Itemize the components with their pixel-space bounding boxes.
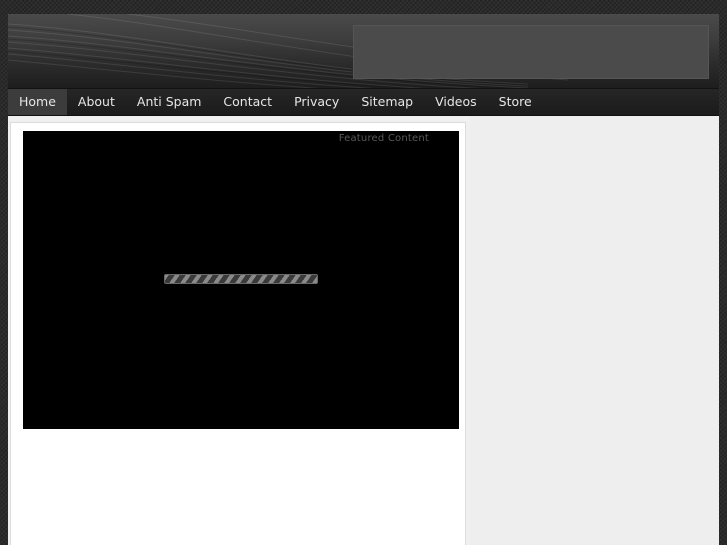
nav-item-anti-spam[interactable]: Anti Spam xyxy=(126,89,213,115)
main-column: Featured Content xyxy=(10,122,466,545)
header-banner xyxy=(353,25,709,79)
site-header xyxy=(8,14,719,88)
nav-item-privacy[interactable]: Privacy xyxy=(283,89,350,115)
nav-item-about[interactable]: About xyxy=(67,89,126,115)
nav-item-contact[interactable]: Contact xyxy=(212,89,283,115)
nav-item-store[interactable]: Store xyxy=(488,89,543,115)
content-area: Featured Content xyxy=(8,116,719,545)
sidebar xyxy=(470,116,719,545)
loading-bar-icon xyxy=(164,274,318,284)
nav-item-sitemap[interactable]: Sitemap xyxy=(350,89,424,115)
nav-item-home[interactable]: Home xyxy=(8,89,67,115)
nav-item-videos[interactable]: Videos xyxy=(424,89,488,115)
page-wrapper: Home About Anti Spam Contact Privacy Sit… xyxy=(8,14,719,545)
featured-content-label: Featured Content xyxy=(338,133,429,144)
featured-content-slider[interactable]: Featured Content xyxy=(23,131,459,429)
main-nav: Home About Anti Spam Contact Privacy Sit… xyxy=(8,88,719,116)
